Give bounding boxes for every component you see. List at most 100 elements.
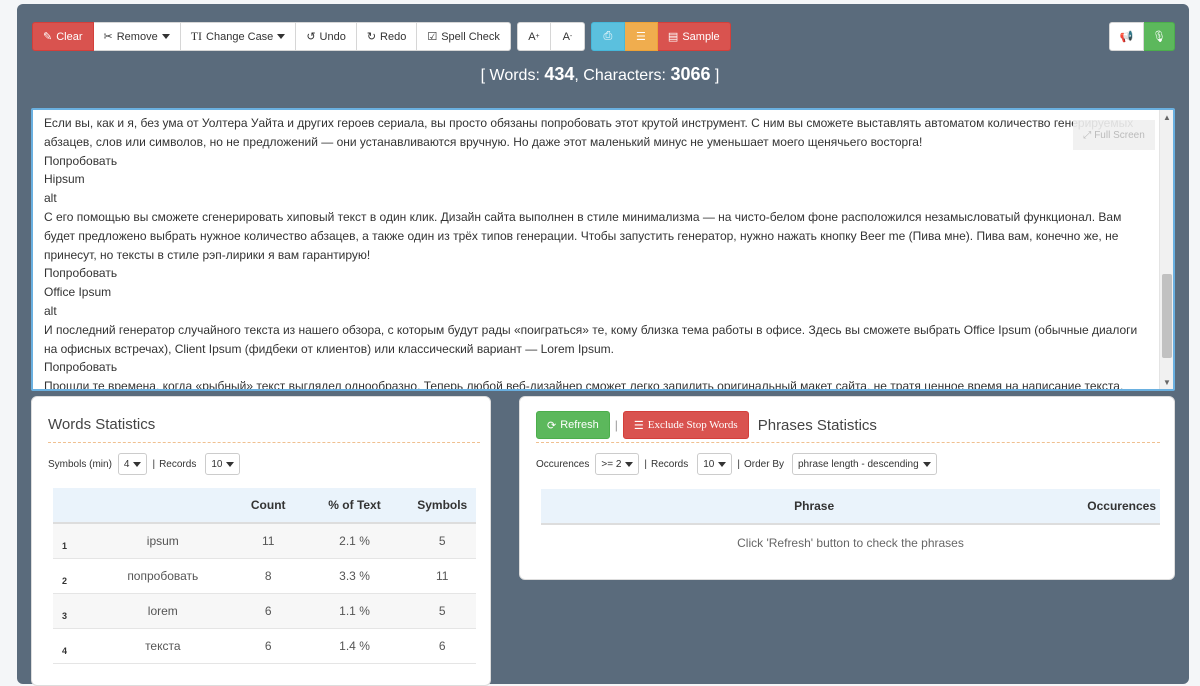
output-button-group: ⎙ ☰ ▤ Sample [590, 22, 731, 51]
font-size-group: A + A- [516, 22, 585, 51]
settings-button[interactable]: ☰ [624, 22, 658, 51]
editor-line: Прошли те времена, когда «рыбный» текст … [44, 379, 1124, 391]
count-cell: 11 [235, 523, 301, 559]
records-select[interactable]: 10 [205, 453, 241, 475]
row-number: 4 [53, 628, 90, 664]
symbols-cell: 5 [408, 523, 476, 559]
divider [48, 442, 480, 443]
words-options: Symbols (min) 4 | Records 10 [48, 453, 243, 475]
phrases-header: ⟳ Refresh | ☰ Exclude Stop Words Phrases S… [536, 411, 877, 439]
eraser-icon: ✎ [43, 31, 53, 43]
column-percent[interactable]: % of Text [300, 488, 409, 524]
scroll-up-arrow-icon[interactable]: ▲ [1160, 110, 1173, 124]
chevron-down-icon [625, 461, 634, 467]
table-header-row: Phrase Occurences [541, 489, 1160, 525]
table-row: 1 ipsum 11 2.1 % 5 [53, 523, 476, 559]
refresh-button[interactable]: ⟳ Refresh [536, 411, 610, 439]
word-cell: попробовать [89, 558, 236, 594]
table-row: 2 попробовать 8 3.3 % 11 [53, 558, 476, 594]
redo-button[interactable]: ↻ Redo [356, 22, 418, 51]
chevron-down-icon [718, 461, 727, 467]
percent-cell: 2.1 % [300, 523, 409, 559]
chevron-down-icon [922, 461, 931, 467]
fullscreen-button[interactable]: ⤢ Full Screen [1073, 120, 1155, 150]
microphone-button[interactable]: 🎙 [1144, 22, 1175, 51]
column-occurences[interactable]: Occurences [1087, 489, 1160, 525]
sample-button[interactable]: ▤ Sample [657, 22, 731, 51]
font-decrease-button[interactable]: A- [550, 22, 585, 51]
audio-button-group: 📢 🎙 [1109, 22, 1175, 51]
editor-line: Попробовать [44, 266, 118, 281]
editor-line: С его помощью вы сможете сгенерировать х… [44, 209, 1122, 262]
sliders-icon: ☰ [633, 419, 644, 432]
records-select[interactable]: 10 [697, 453, 733, 475]
print-button[interactable]: ⎙ [590, 22, 625, 51]
word-cell: текста [89, 628, 236, 664]
sliders-icon: ☰ [635, 31, 646, 43]
divider [536, 442, 1160, 443]
font-increase-button[interactable]: A + [516, 22, 551, 51]
phrases-table: Phrase Occurences Click 'Refresh' button… [541, 489, 1160, 560]
count-cell: 6 [235, 593, 301, 629]
undo-button[interactable]: ↺ Undo [296, 22, 357, 51]
scroll-down-arrow-icon[interactable]: ▼ [1160, 375, 1173, 389]
announce-button[interactable]: 📢 [1109, 22, 1144, 51]
empty-row: Click 'Refresh' button to check the phra… [541, 524, 1160, 560]
chevron-down-icon [161, 34, 170, 39]
microphone-icon: 🎙 [1152, 31, 1166, 43]
chevron-down-icon [133, 461, 142, 467]
symbols-min-select[interactable]: 4 [117, 453, 148, 475]
editor-line: alt [44, 191, 57, 206]
editor-line: alt [44, 303, 57, 318]
file-icon: ▤ [667, 31, 679, 43]
check-square-icon: ☑ [427, 31, 438, 43]
symbols-cell: 6 [408, 628, 476, 664]
phrases-options: Occurences >= 2 | Records 10 | Order By … [536, 453, 940, 475]
editor-line: Попробовать [44, 153, 118, 168]
phrases-statistics-panel: ⟳ Refresh | ☰ Exclude Stop Words Phrases S… [519, 396, 1175, 580]
percent-cell: 1.1 % [300, 593, 409, 629]
row-number: 3 [53, 593, 90, 629]
word-cell: lorem [89, 593, 236, 629]
order-by-select[interactable]: phrase length - descending [792, 453, 937, 475]
word-count: 434 [544, 64, 575, 84]
words-statistics-title: Words Statistics [48, 416, 156, 433]
editor-scrollbar[interactable]: ▲ ▼ [1159, 110, 1173, 389]
scrollbar-thumb[interactable] [1162, 274, 1172, 358]
spell-check-button[interactable]: ☑ Spell Check [417, 22, 511, 51]
column-phrase[interactable]: Phrase [541, 489, 1088, 525]
redo-icon: ↻ [366, 31, 377, 43]
occurrences-select[interactable]: >= 2 [595, 453, 640, 475]
bullhorn-icon: 📢 [1119, 31, 1134, 43]
text-editor[interactable]: Если вы, как и я, без ума от Уолтера Уай… [31, 108, 1175, 391]
percent-cell: 1.4 % [300, 628, 409, 664]
phrases-statistics-title: Phrases Statistics [757, 416, 877, 434]
symbols-cell: 11 [408, 558, 476, 594]
editor-line: Если вы, как и я, без ума от Уолтера Уай… [44, 116, 1134, 149]
remove-button[interactable]: ✂ Remove [93, 22, 181, 51]
column-symbols[interactable]: Symbols [408, 488, 476, 524]
table-header-row: Count % of Text Symbols [53, 488, 476, 524]
words-statistics-panel: Words Statistics Symbols (min) 4 | Recor… [31, 396, 491, 686]
word-counter: [ Words: 434, Characters: 3066 ] [480, 64, 720, 84]
undo-icon: ↺ [306, 31, 316, 43]
change-case-button[interactable]: TI Change Case [180, 22, 297, 51]
column-count[interactable]: Count [235, 488, 301, 524]
print-icon: ⎙ [603, 30, 613, 42]
percent-cell: 3.3 % [300, 558, 409, 594]
editor-line: Попробовать [44, 360, 118, 375]
words-table: Count % of Text Symbols 1 ipsum 11 2.1 % 5 2 п… [53, 488, 476, 664]
character-count: 3066 [670, 64, 711, 84]
word-cell: ipsum [89, 523, 236, 559]
refresh-icon: ⟳ [547, 419, 557, 432]
scissors-icon: ✂ [103, 31, 113, 43]
exclude-stop-words-button[interactable]: ☰ Exclude Stop Words [622, 411, 749, 439]
editor-line: Office Ipsum [44, 285, 112, 300]
count-cell: 8 [235, 558, 301, 594]
editor-content[interactable]: Если вы, как и я, без ума от Уолтера Уай… [44, 114, 1144, 391]
table-row: 3 lorem 6 1.1 % 5 [53, 593, 476, 629]
table-row: 4 текста 6 1.4 % 6 [53, 628, 476, 664]
editor-line: И последний генератор случайного текста … [44, 322, 1138, 356]
clear-button[interactable]: ✎ Clear [32, 22, 94, 51]
empty-message: Click 'Refresh' button to check the phra… [737, 535, 964, 550]
